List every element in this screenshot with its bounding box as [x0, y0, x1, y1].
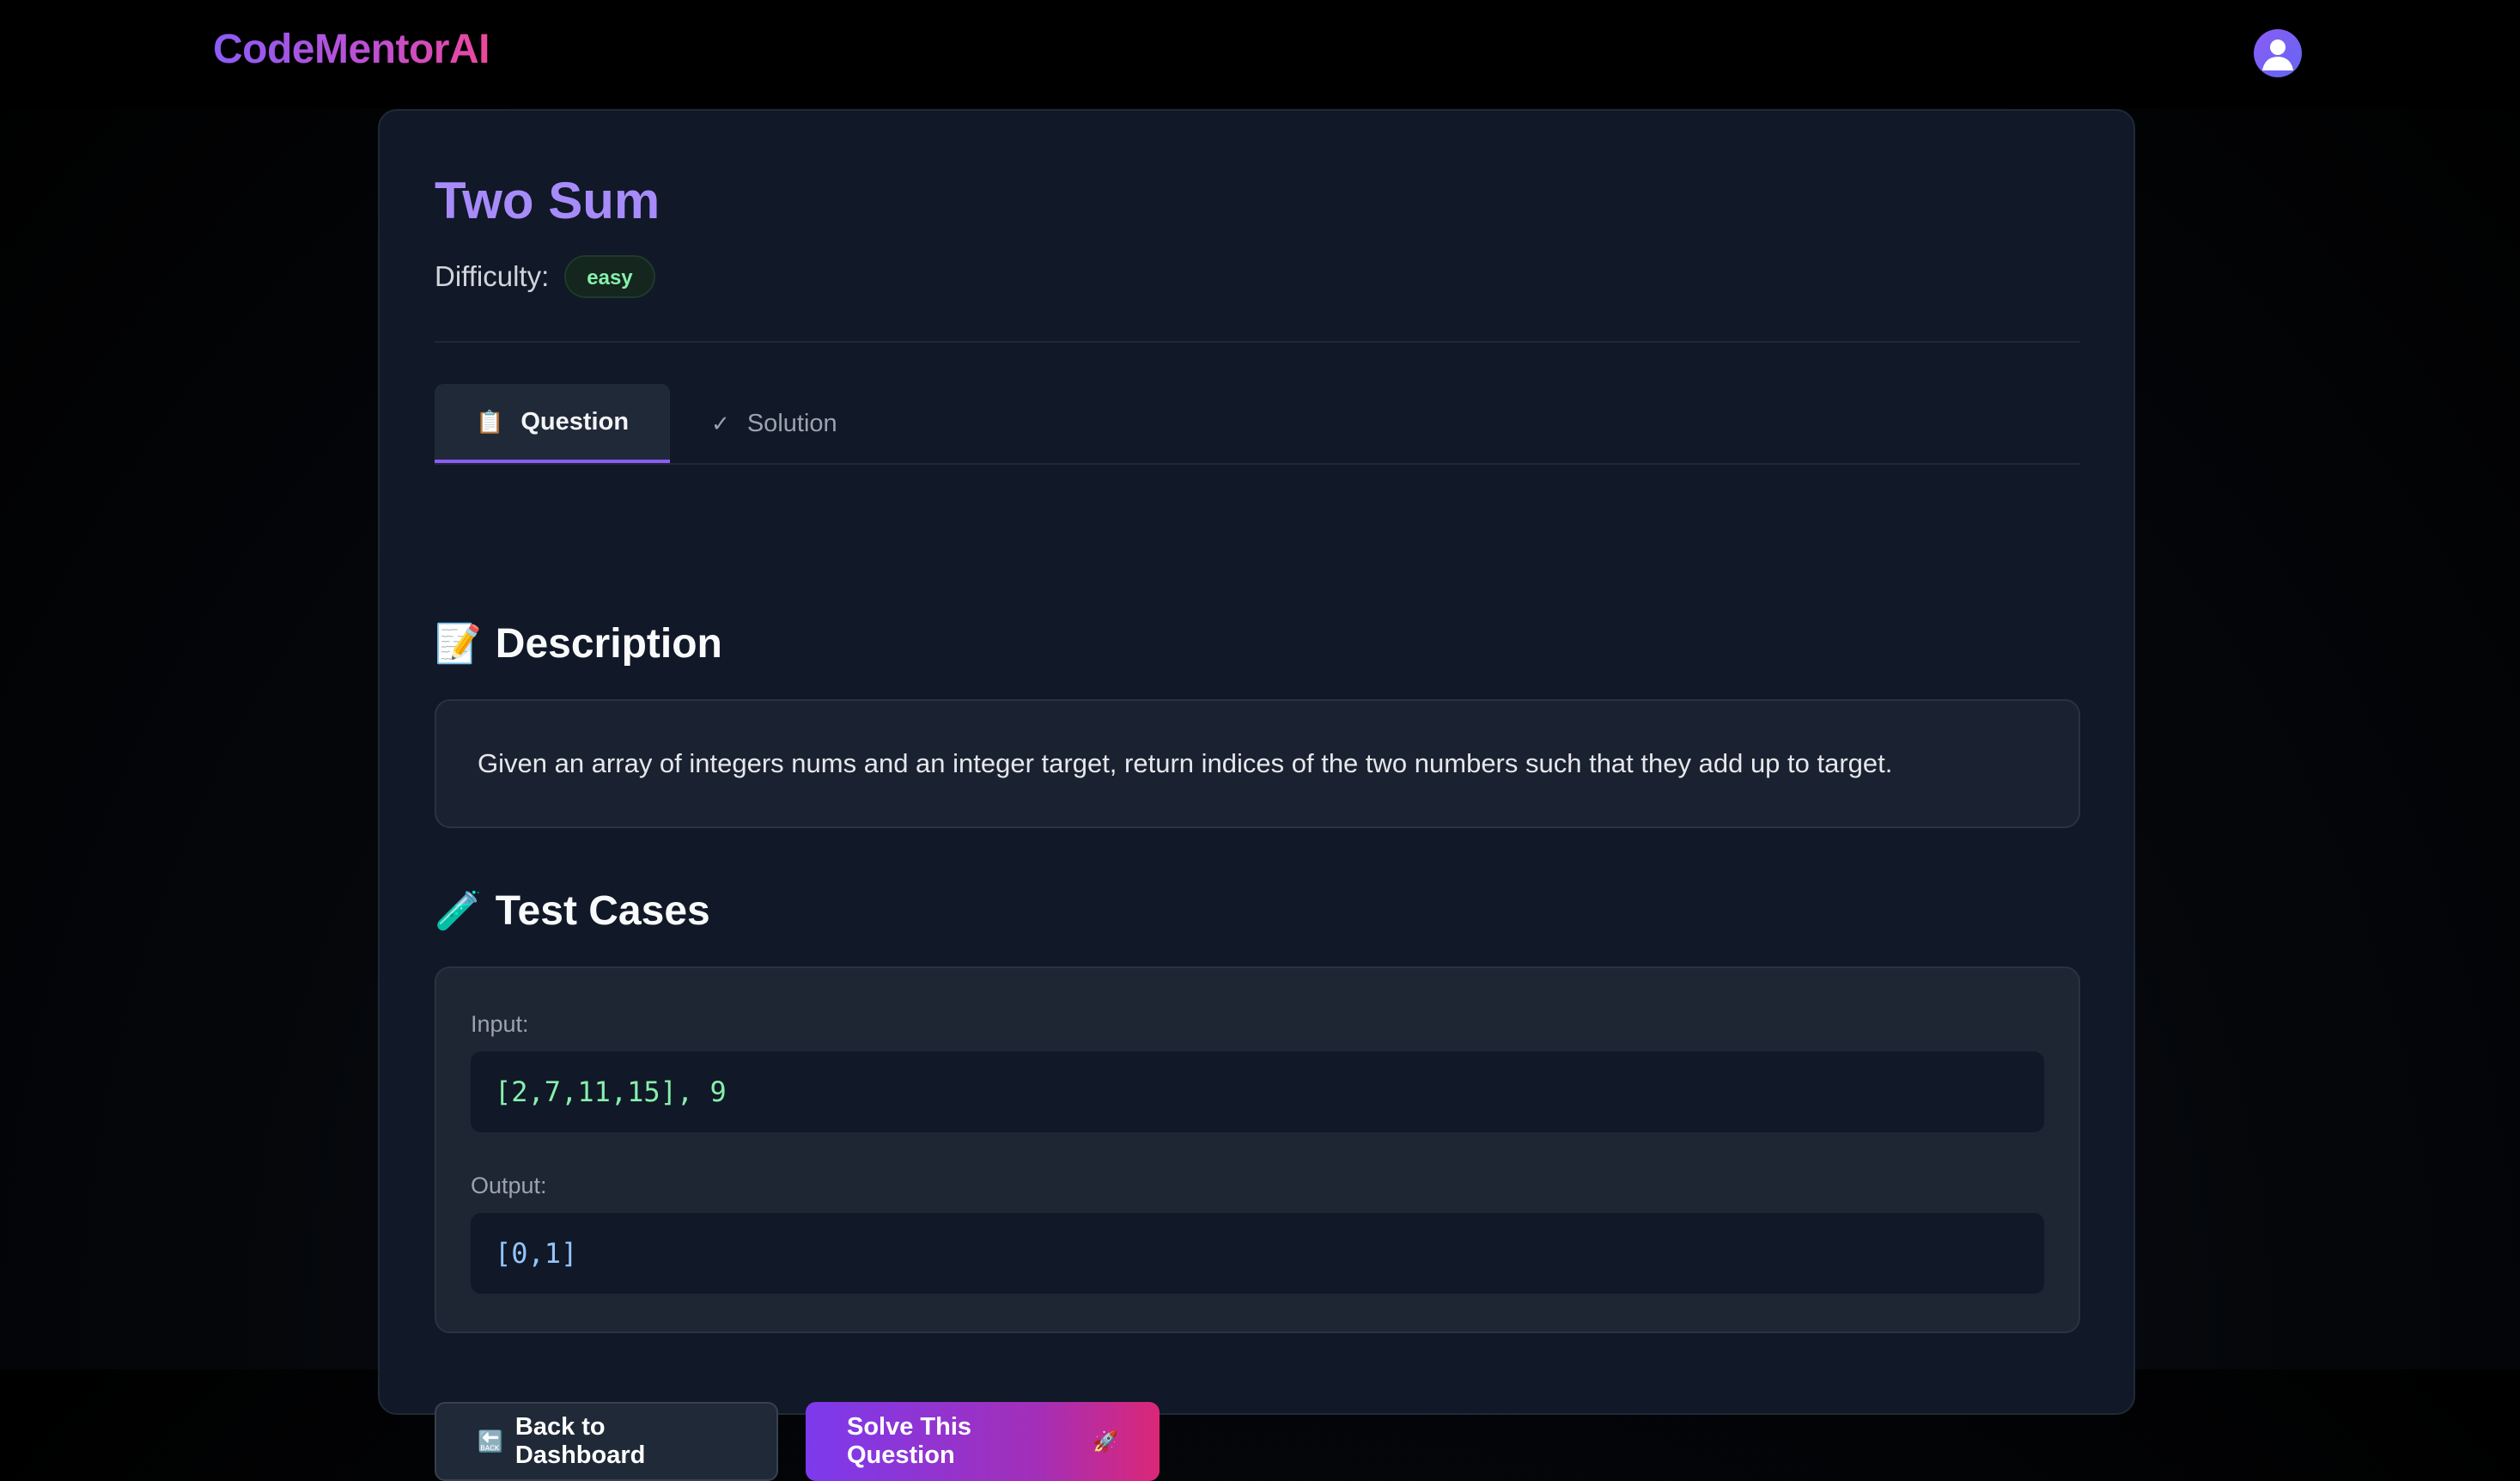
- question-card: Two Sum Difficulty: easy 📋 Question ✓ So…: [378, 109, 2135, 1481]
- difficulty-badge: easy: [564, 255, 655, 298]
- top-navbar: CodeMentorAI: [0, 0, 2520, 108]
- back-arrow-icon: 🔙: [478, 1429, 503, 1454]
- checkmark-icon: ✓: [711, 410, 730, 436]
- difficulty-label: Difficulty:: [435, 260, 550, 292]
- solve-button-label: Solve This Question: [847, 1413, 972, 1469]
- output-value: [0,1]: [471, 1213, 2044, 1294]
- page-title: Two Sum: [435, 172, 660, 229]
- brand-logo[interactable]: CodeMentorAI: [213, 26, 490, 73]
- test-cases-heading-label: Test Cases: [495, 887, 710, 934]
- test-case-box: Input: [2,7,11,15], 9 Output: [0,1]: [435, 966, 2080, 1333]
- input-label: Input:: [471, 1011, 529, 1037]
- description-heading: 📝 Description: [435, 618, 2080, 669]
- divider: [435, 341, 2080, 343]
- rocket-icon: 🚀: [1093, 1429, 1118, 1454]
- back-button-label: Back to Dashboard: [514, 1413, 646, 1469]
- difficulty-row: Difficulty: easy: [435, 254, 2080, 299]
- tab-question-label: Question: [520, 407, 630, 436]
- clipboard-icon: 📋: [476, 408, 504, 435]
- description-box: Given an array of integers nums and an i…: [435, 699, 2080, 828]
- description-text: Given an array of integers nums and an i…: [478, 748, 1893, 778]
- user-icon: [2262, 40, 2293, 70]
- input-value: [2,7,11,15], 9: [471, 1051, 2044, 1132]
- solve-question-button[interactable]: Solve This Question 🚀: [806, 1402, 1160, 1481]
- tab-question[interactable]: 📋 Question: [435, 384, 671, 463]
- action-buttons: 🔙 Back to Dashboard Solve This Question …: [435, 1402, 2080, 1481]
- user-avatar[interactable]: [2254, 29, 2302, 77]
- back-to-dashboard-button[interactable]: 🔙 Back to Dashboard: [435, 1402, 778, 1481]
- tab-solution[interactable]: ✓ Solution: [670, 384, 879, 463]
- test-tube-icon: 🧪: [435, 890, 482, 932]
- description-heading-label: Description: [495, 620, 722, 667]
- output-label: Output:: [471, 1173, 547, 1198]
- memo-icon: 📝: [435, 623, 482, 665]
- tab-solution-label: Solution: [746, 409, 837, 437]
- test-cases-heading: 🧪 Test Cases: [435, 885, 2080, 936]
- tab-bar: 📋 Question ✓ Solution: [435, 384, 2080, 465]
